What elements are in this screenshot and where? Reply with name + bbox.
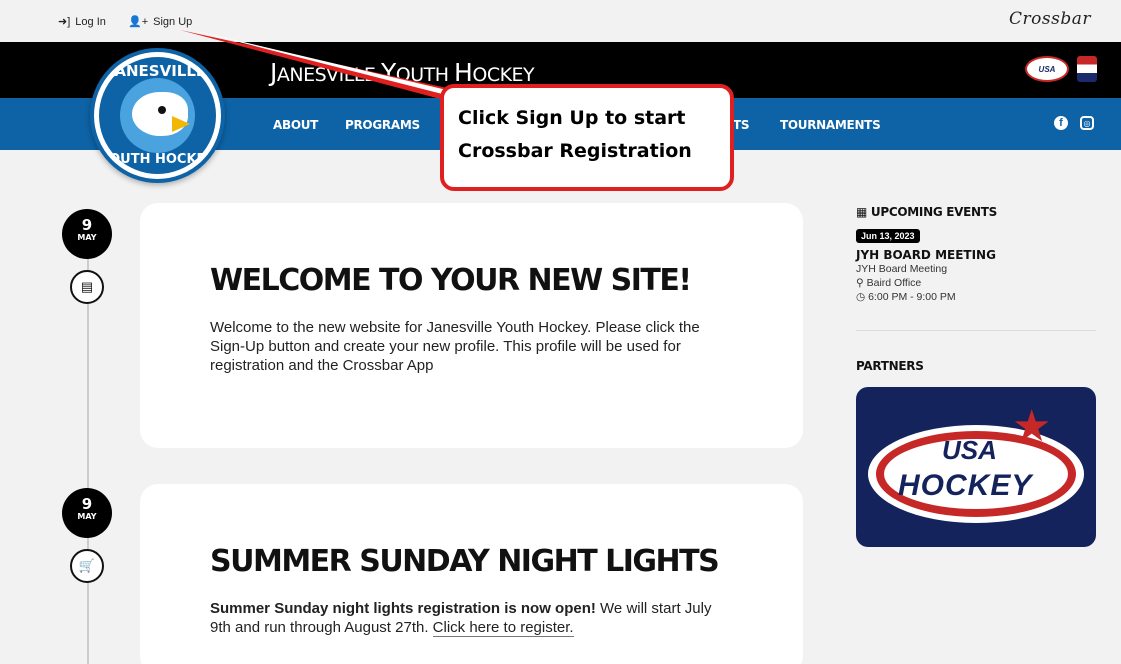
- site-title[interactable]: JANESVILLE YOUTH HOCKEY: [270, 58, 535, 87]
- instagram-icon[interactable]: ◎: [1080, 116, 1094, 130]
- location-pin-icon: ⚲: [856, 277, 867, 289]
- cart-icon[interactable]: 🛒: [70, 549, 104, 583]
- title-part-3: OCKEY: [472, 64, 535, 86]
- callout-line-2: Crossbar Registration: [458, 140, 692, 162]
- usa-hockey-small-logo[interactable]: USA: [1025, 56, 1069, 82]
- title-part-1: ANESVILLE: [276, 64, 381, 86]
- club-logo[interactable]: JANESVILLE YOUTH HOCKEY: [90, 48, 225, 183]
- crossbar-logo[interactable]: Crossbar: [1009, 9, 1091, 29]
- post-day: 9: [81, 216, 93, 234]
- nav-item-events[interactable]: TS: [733, 118, 750, 132]
- signup-label: Sign Up: [153, 15, 193, 28]
- usa-hockey-partner-logo[interactable]: ★ USA HOCKEY: [856, 387, 1096, 547]
- top-bar: ➜] Log In 👤+ Sign Up Crossbar: [0, 0, 1121, 42]
- clock-icon: ◷: [856, 291, 869, 303]
- sidebar-divider: [856, 330, 1096, 331]
- event-time: ◷ 6:00 PM - 9:00 PM: [856, 290, 1096, 304]
- instruction-callout: Click Sign Up to start Crossbar Registra…: [440, 84, 734, 191]
- nav-item-tournaments[interactable]: TOURNAMENTS: [780, 118, 881, 132]
- upcoming-events-heading: ▦ UPCOMING EVENTS: [856, 205, 1096, 219]
- newspaper-icon[interactable]: ▤: [70, 270, 104, 304]
- title-letter-j: J: [270, 58, 277, 87]
- logo-bottom-text: YOUTH HOCKEY: [100, 152, 215, 167]
- partner-text-usa: USA: [942, 435, 997, 465]
- upcoming-events-label: UPCOMING EVENTS: [870, 205, 997, 219]
- partner-text-hockey: HOCKEY: [898, 469, 1033, 502]
- event-title[interactable]: JYH BOARD MEETING: [856, 248, 1096, 262]
- register-link[interactable]: Click here to register.: [432, 619, 574, 637]
- post-card[interactable]: SUMMER SUNDAY NIGHT LIGHTS Summer Sunday…: [140, 484, 803, 664]
- nav-item-programs[interactable]: PROGRAMS: [345, 118, 420, 132]
- sidebar: ▦ UPCOMING EVENTS Jun 13, 2023 JYH BOARD…: [856, 205, 1096, 547]
- title-letter-y: Y: [380, 58, 396, 87]
- eagle-beak: [172, 116, 190, 132]
- facebook-icon[interactable]: f: [1054, 116, 1068, 130]
- post-date-badge: 9 MAY: [62, 488, 112, 538]
- event-subtitle: JYH Board Meeting: [856, 263, 948, 275]
- post-title[interactable]: WELCOME TO YOUR NEW SITE!: [210, 263, 692, 298]
- state-hockey-logo[interactable]: [1077, 56, 1097, 82]
- post-month: MAY: [77, 233, 97, 242]
- header-partner-logos: USA: [1025, 56, 1097, 82]
- title-letter-h: H: [454, 58, 473, 87]
- callout-line-1: Click Sign Up to start: [458, 107, 686, 129]
- post-body: Welcome to the new website for Janesvill…: [210, 319, 700, 374]
- event-time-text: 6:00 PM - 9:00 PM: [868, 291, 956, 303]
- login-link[interactable]: ➜] Log In: [58, 15, 106, 29]
- signup-link[interactable]: 👤+ Sign Up: [128, 15, 193, 29]
- post-day: 9: [81, 495, 93, 513]
- post-month: MAY: [77, 512, 97, 521]
- add-user-icon: 👤+: [128, 16, 149, 28]
- calendar-icon: ▦: [856, 205, 871, 219]
- social-links: f ◎: [1054, 116, 1094, 130]
- post-body-bold: Summer Sunday night lights registration …: [210, 600, 596, 617]
- event-location-text: Baird Office: [866, 277, 922, 289]
- nav-item-about[interactable]: ABOUT: [273, 118, 318, 132]
- post-date-badge: 9 MAY: [62, 209, 112, 259]
- login-icon: ➜]: [58, 16, 71, 28]
- post-card[interactable]: WELCOME TO YOUR NEW SITE! Welcome to the…: [140, 203, 803, 448]
- title-part-2: OUTH: [395, 64, 455, 86]
- eagle-eye: [158, 106, 166, 114]
- event-location: ⚲ Baird Office: [856, 276, 1096, 290]
- partners-heading: PARTNERS: [856, 359, 924, 373]
- event-date-badge: Jun 13, 2023: [856, 229, 920, 243]
- logo-top-text: JANESVILLE: [108, 62, 207, 80]
- post-body: Summer Sunday night lights registration …: [210, 599, 730, 637]
- post-title[interactable]: SUMMER SUNDAY NIGHT LIGHTS: [210, 544, 720, 579]
- star-icon: ★: [1012, 402, 1052, 451]
- login-label: Log In: [75, 15, 106, 28]
